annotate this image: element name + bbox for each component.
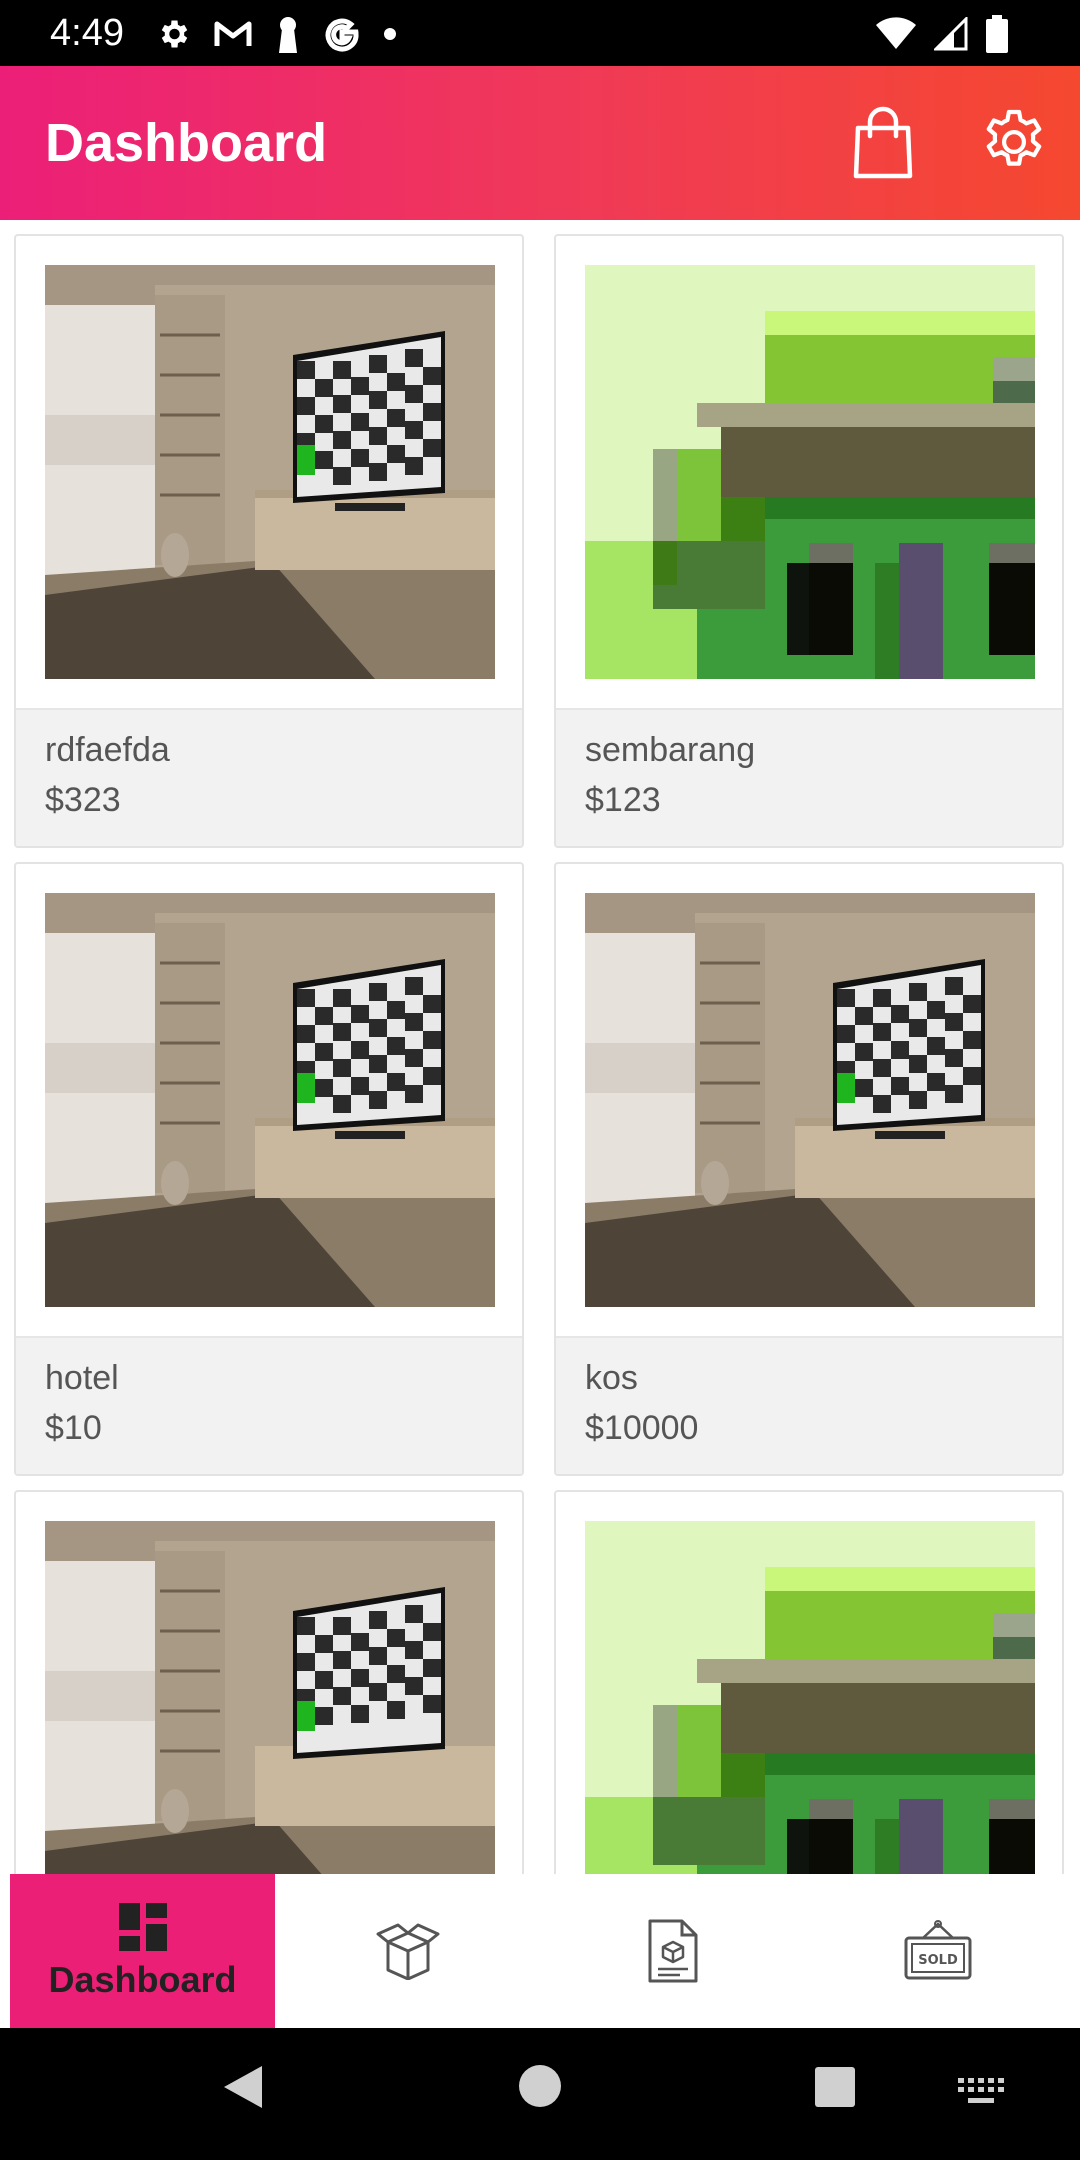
- product-price: $10: [45, 1409, 102, 1447]
- product-name: rdfaefda: [45, 731, 170, 769]
- product-name: kos: [585, 1359, 638, 1397]
- back-icon: [224, 2066, 262, 2108]
- product-card[interactable]: rdfaefda $323: [14, 234, 524, 848]
- signal-icon: [934, 17, 968, 51]
- product-image: [585, 265, 1035, 679]
- settings-button[interactable]: [978, 106, 1050, 178]
- dot-icon: [383, 27, 397, 41]
- nav-item-orders[interactable]: [540, 1874, 805, 2028]
- product-card[interactable]: hotel $10: [14, 862, 524, 1476]
- sold-text: SOLD: [918, 1953, 958, 1968]
- battery-icon: [986, 15, 1008, 53]
- status-time: 4:49: [50, 12, 124, 54]
- nav-item-dashboard[interactable]: Dashboard: [10, 1874, 275, 2028]
- nav-item-products[interactable]: [275, 1874, 540, 2028]
- dashboard-icon: [118, 1903, 167, 1951]
- product-grid: rdfaefda $323 sembarang $123 hotel $10 k…: [0, 220, 1080, 1874]
- keyboard-icon: [958, 2078, 1004, 2103]
- google-icon: [323, 15, 361, 53]
- box-icon: [376, 1923, 439, 1980]
- home-button[interactable]: [518, 2064, 562, 2113]
- status-bar: 4:49: [0, 0, 1080, 66]
- product-image: [45, 265, 495, 679]
- keyhole-icon: [275, 15, 301, 53]
- product-card[interactable]: sembarang $123: [554, 234, 1064, 848]
- product-image: [585, 893, 1035, 1307]
- product-name: hotel: [45, 1359, 119, 1397]
- product-image: [45, 893, 495, 1307]
- product-info: hotel $10: [16, 1336, 522, 1474]
- bottom-navigation: Dashboard SOLD: [0, 1874, 1080, 2028]
- home-icon: [519, 2065, 561, 2107]
- product-info: rdfaefda $323: [16, 708, 522, 846]
- gmail-icon: [213, 18, 253, 50]
- wifi-icon: [876, 17, 916, 51]
- product-image: [45, 1521, 495, 1874]
- keyboard-button[interactable]: [958, 2078, 1004, 2111]
- shopping-bag-icon: [853, 106, 913, 179]
- product-info: sembarang $123: [556, 708, 1062, 846]
- app-bar: Dashboard: [0, 66, 1080, 220]
- product-image: [585, 1521, 1035, 1874]
- product-info: kos $10000: [556, 1336, 1062, 1474]
- gear-icon: [986, 109, 1042, 166]
- nav-label-dashboard: Dashboard: [48, 1959, 237, 2000]
- product-name: sembarang: [585, 731, 756, 769]
- back-button[interactable]: [222, 2064, 264, 2115]
- page-title: Dashboard: [45, 113, 328, 173]
- document-box-icon: [648, 1919, 697, 1983]
- nav-item-sold[interactable]: SOLD: [805, 1874, 1070, 2028]
- product-card[interactable]: [554, 1490, 1064, 1874]
- gear-icon: [155, 16, 191, 52]
- system-navigation-bar: [0, 2028, 1080, 2160]
- product-card[interactable]: kos $10000: [554, 862, 1064, 1476]
- cart-button[interactable]: [848, 106, 918, 180]
- product-price: $10000: [585, 1409, 699, 1447]
- product-price: $123: [585, 781, 661, 819]
- recents-icon: [815, 2067, 855, 2107]
- sold-sign-icon: SOLD: [904, 1920, 971, 1980]
- product-card[interactable]: [14, 1490, 524, 1874]
- status-right-icons: [876, 14, 1008, 54]
- status-left-icons: [155, 14, 397, 54]
- product-price: $323: [45, 781, 121, 819]
- recents-button[interactable]: [814, 2066, 856, 2113]
